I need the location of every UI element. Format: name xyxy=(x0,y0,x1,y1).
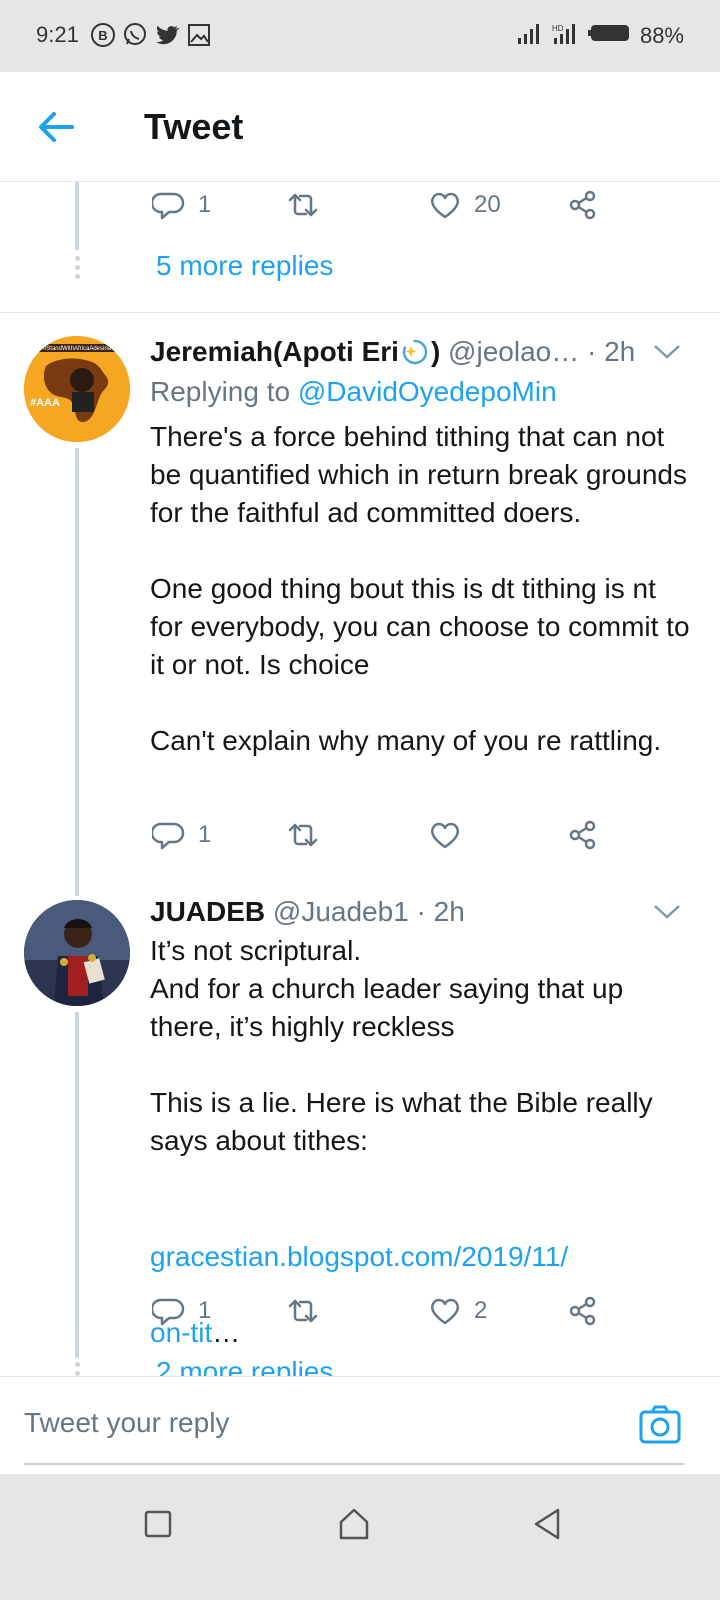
svg-text:HD: HD xyxy=(552,24,564,33)
camera-icon[interactable] xyxy=(638,1403,682,1445)
whatsapp-icon xyxy=(122,22,148,48)
reply-icon xyxy=(152,1298,185,1326)
tweet-actions: 1 20 xyxy=(152,188,632,228)
avatar-banner: #StandWithAfricaAdesina xyxy=(43,346,112,352)
retweet-button[interactable] xyxy=(286,1294,320,1328)
system-nav-bar xyxy=(0,1474,720,1600)
thread-line xyxy=(75,182,79,250)
tweet-header: Jeremiah(Apoti Eri) @jeolao… · 2h xyxy=(150,336,635,368)
like-count: 2 xyxy=(474,1297,488,1324)
back-nav-icon[interactable] xyxy=(530,1506,566,1542)
b-icon: B xyxy=(90,22,116,48)
tweet-header: JUADEB @Juadeb1 · 2h xyxy=(150,896,465,928)
reply-count: 1 xyxy=(198,1297,212,1324)
retweet-icon xyxy=(288,1299,318,1323)
replying-to: Replying to @DavidOyedepoMin xyxy=(150,376,557,408)
more-replies-link[interactable]: 5 more replies xyxy=(156,250,333,282)
replying-prefix: Replying to xyxy=(150,376,298,407)
home-icon[interactable] xyxy=(336,1506,372,1542)
status-time: 9:21 xyxy=(36,22,79,47)
status-bar: 9:21 B HD 88% xyxy=(0,0,720,72)
thread-dots xyxy=(73,256,81,283)
avatar[interactable]: #StandWithAfricaAdesina #AAA xyxy=(24,336,130,442)
tweet-actions: 1 2 xyxy=(152,1294,632,1334)
tweet-actions: 1 xyxy=(152,818,632,858)
page-title: Tweet xyxy=(144,106,244,147)
svg-text:B: B xyxy=(98,28,107,43)
reply-icon xyxy=(152,192,185,220)
like-count: 20 xyxy=(474,191,501,218)
battery-percent: 88% xyxy=(639,23,684,48)
share-icon xyxy=(569,1296,596,1326)
thread-line xyxy=(75,448,79,896)
display-name[interactable]: JUADEB xyxy=(150,896,265,927)
share-button[interactable] xyxy=(566,1294,600,1328)
sparkle-emoji-icon xyxy=(399,339,431,365)
recents-icon[interactable] xyxy=(140,1506,176,1542)
display-name[interactable]: Jeremiah(Apoti Eri xyxy=(150,336,399,367)
replying-to-handle[interactable]: @DavidOyedepoMin xyxy=(298,376,557,407)
retweet-icon xyxy=(288,823,318,847)
share-button[interactable] xyxy=(566,818,600,852)
signal-icon xyxy=(516,22,544,50)
share-button[interactable] xyxy=(566,188,600,222)
divider xyxy=(0,312,720,313)
notification-icons: B xyxy=(90,22,212,48)
heart-icon xyxy=(430,822,460,849)
reply-composer: Tweet your reply xyxy=(0,1376,720,1474)
avatar[interactable] xyxy=(24,900,130,1006)
handle-time: @Juadeb1 · 2h xyxy=(265,896,465,927)
chevron-down-icon[interactable] xyxy=(652,902,682,922)
reply-button[interactable]: 1 xyxy=(152,1294,211,1328)
like-button[interactable]: 2 xyxy=(428,1294,487,1328)
reply-button[interactable]: 1 xyxy=(152,188,211,222)
reply-underline xyxy=(24,1463,684,1465)
chevron-down-icon[interactable] xyxy=(652,342,682,362)
back-arrow-icon[interactable] xyxy=(36,110,76,144)
app-header: Tweet xyxy=(0,72,720,182)
battery-icon xyxy=(587,22,632,50)
reply-count: 1 xyxy=(198,821,212,848)
reply-input[interactable]: Tweet your reply xyxy=(24,1407,229,1439)
share-icon xyxy=(569,190,596,220)
like-button[interactable]: 20 xyxy=(428,188,501,222)
like-button[interactable] xyxy=(428,818,474,852)
link-line-1[interactable]: gracestian.blogspot.com/2019/11/ xyxy=(150,1241,568,1272)
avatar-text: #AAA xyxy=(30,397,60,409)
retweet-button[interactable] xyxy=(286,188,320,222)
gallery-icon xyxy=(186,22,212,48)
reply-icon xyxy=(152,822,185,850)
tweet-text: It’s not scriptural. And for a church le… xyxy=(150,935,653,1156)
thread-line xyxy=(75,1012,79,1358)
handle-time: @jeolao… · 2h xyxy=(440,336,636,367)
twitter-icon xyxy=(154,22,180,48)
reply-count: 1 xyxy=(198,191,212,218)
heart-icon xyxy=(430,192,460,219)
heart-icon xyxy=(430,1298,460,1325)
hd-signal-icon: HD xyxy=(552,22,580,50)
tweet-text: There's a force behind tithing that can … xyxy=(150,421,690,756)
retweet-icon xyxy=(288,193,318,217)
reply-button[interactable]: 1 xyxy=(152,818,211,852)
retweet-button[interactable] xyxy=(286,818,320,852)
status-right: HD 88% xyxy=(516,22,684,50)
share-icon xyxy=(569,820,596,850)
display-name-end: ) xyxy=(430,336,441,367)
